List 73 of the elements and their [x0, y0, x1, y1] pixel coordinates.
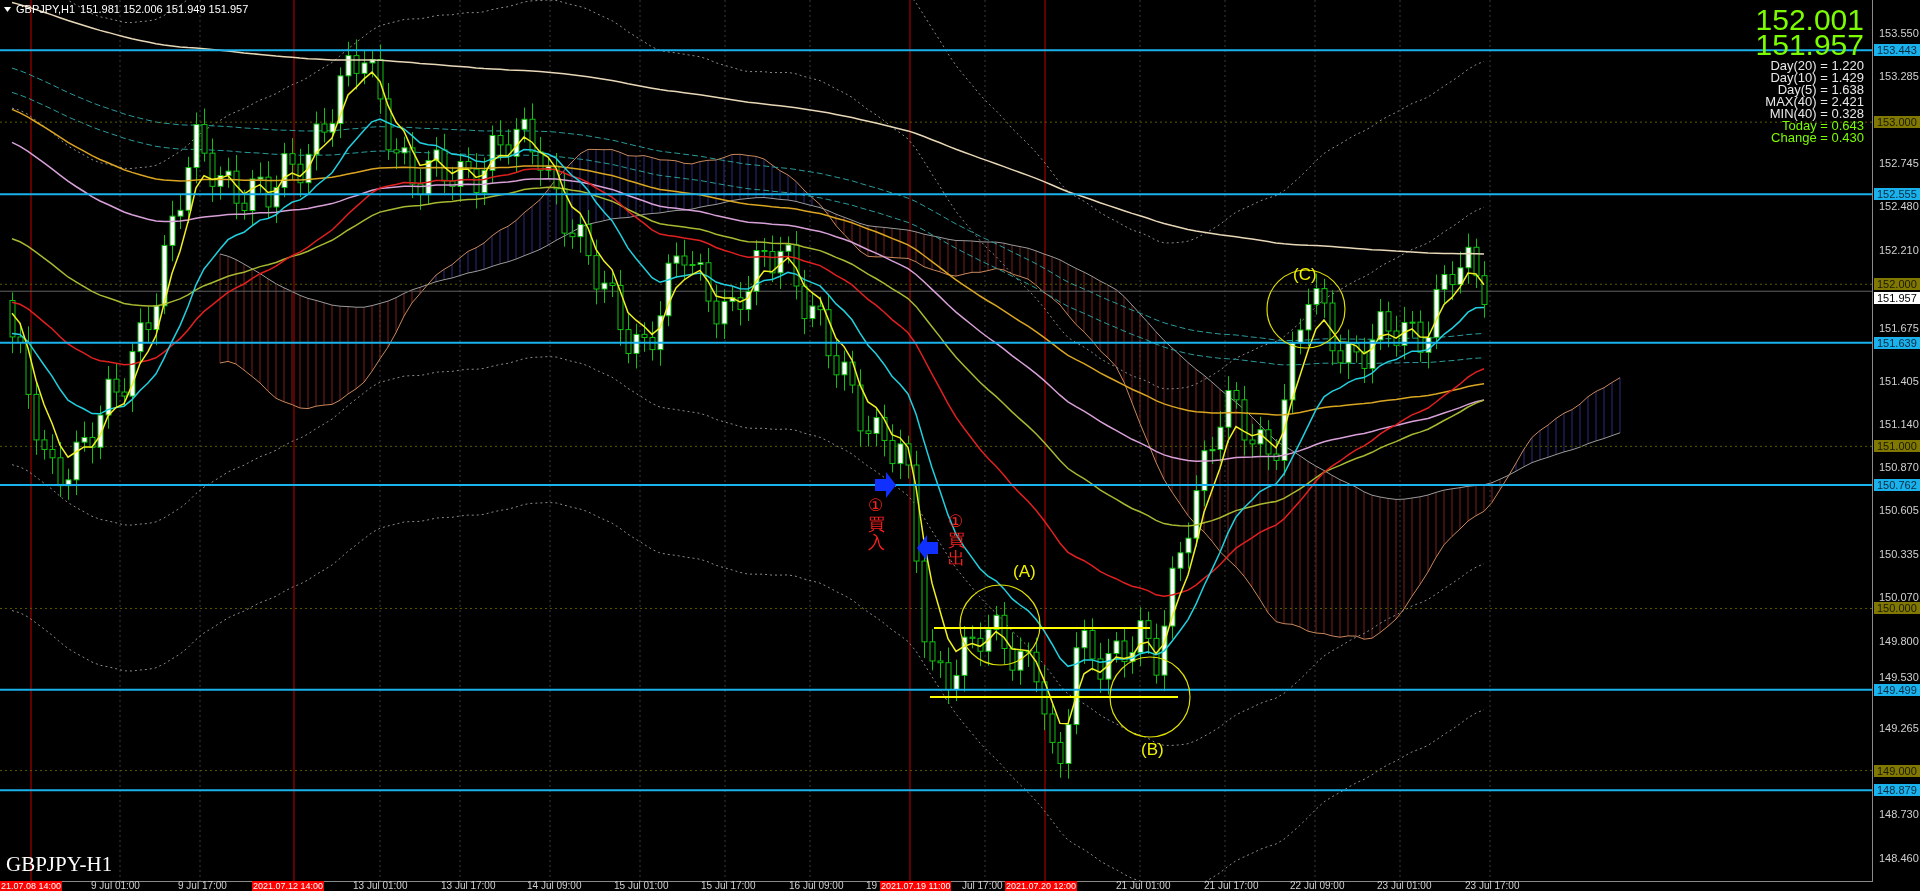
- price-level-line[interactable]: [0, 483, 1872, 486]
- time-tick-label: 9 Jul 01:00: [91, 881, 140, 891]
- time-tick-label: 19: [866, 881, 878, 891]
- price-level-line[interactable]: [0, 789, 1872, 792]
- time-tick-label: 23 Jul 01:00: [1377, 881, 1432, 891]
- time-tick-label: 15 Jul 17:00: [701, 881, 756, 891]
- time-marker-label: 2021.07.20 12:00: [1005, 881, 1078, 891]
- time-tick-label: Jul 17:00: [962, 881, 1003, 891]
- price-level-label: 148.879: [1874, 784, 1920, 797]
- price-tick-label: 151.405: [1879, 374, 1919, 387]
- symbol-label: GBPJPY-H1: [6, 852, 113, 876]
- time-marker-label: 2021.07.19 11:00: [880, 881, 952, 891]
- price-level-line[interactable]: [0, 341, 1872, 344]
- price-tick-label: 151.140: [1879, 417, 1919, 430]
- left-arrow-icon: [917, 535, 938, 561]
- price-level-label: 150.762: [1874, 478, 1920, 491]
- pattern-label: (C): [1293, 265, 1317, 285]
- price-level-label: 151.639: [1874, 336, 1920, 349]
- price-level-label: 149.000: [1874, 764, 1920, 777]
- price-level-label: 152.555: [1874, 188, 1920, 201]
- time-tick-label: 21 Jul 01:00: [1116, 881, 1171, 891]
- price-level-label: 152.000: [1874, 278, 1920, 291]
- price-tick-label: 152.210: [1879, 244, 1919, 257]
- stat-text: Day(20) = 1.220: [1770, 60, 1864, 72]
- price-tick-label: 150.070: [1879, 591, 1919, 604]
- time-tick-label: 16 Jul 09:00: [789, 881, 844, 891]
- time-tick-label: 13 Jul 01:00: [353, 881, 408, 891]
- signal-label: ①買入: [868, 496, 885, 553]
- right-arrow-icon: [875, 472, 896, 498]
- price-level-line[interactable]: [0, 193, 1872, 196]
- stat-text: Day(10) = 1.429: [1770, 72, 1864, 84]
- time-tick-label: 14 Jul 09:00: [527, 881, 582, 891]
- dropdown-triangle-icon[interactable]: [4, 6, 11, 12]
- stat-text: Today = 0.643: [1781, 120, 1864, 132]
- price-tick-label: 152.745: [1879, 157, 1919, 170]
- stat-text: MAX(40) = 2.421: [1765, 96, 1864, 108]
- time-tick-label: 21 Jul 17:00: [1204, 881, 1259, 891]
- price-level-label: 153.443: [1874, 44, 1920, 57]
- price-level-label: 149.499: [1874, 683, 1920, 696]
- highlight-circle[interactable]: [1266, 269, 1346, 349]
- price-level-label: 151.000: [1874, 440, 1920, 453]
- price-level-label: 151.957: [1874, 292, 1920, 305]
- highlight-circle[interactable]: [1109, 656, 1191, 738]
- price-level-label: 153.000: [1874, 116, 1920, 129]
- time-tick-label: 9 Jul 17:00: [178, 881, 227, 891]
- price-tick-label: 148.730: [1879, 808, 1919, 821]
- pattern-label: (B): [1141, 740, 1164, 760]
- time-marker-label: 2021.07.12 14:00: [252, 881, 325, 891]
- price-tick-label: 149.800: [1879, 634, 1919, 647]
- price-tick-label: 150.335: [1879, 548, 1919, 561]
- stat-text: Change = 0.430: [1771, 132, 1864, 144]
- stat-text: Day(5) = 1.638: [1777, 84, 1864, 96]
- time-tick-label: 15 Jul 01:00: [614, 881, 669, 891]
- price-tick-label: 152.480: [1879, 200, 1919, 213]
- price-tick-label: 150.870: [1879, 461, 1919, 474]
- price-level-label: 150.000: [1874, 602, 1920, 615]
- price-tick-label: 153.550: [1879, 27, 1919, 39]
- price-tick-label: 153.285: [1879, 69, 1919, 82]
- ask-price: 152.001: [1755, 8, 1864, 32]
- price-tick-label: 149.265: [1879, 721, 1919, 734]
- stat-text: MIN(40) = 0.328: [1769, 108, 1864, 120]
- highlight-circle[interactable]: [959, 584, 1041, 666]
- price-tick-label: 151.675: [1879, 321, 1919, 334]
- ohlc-values: 151.981 152.006 151.949 151.957: [80, 2, 249, 16]
- price-level-line[interactable]: [0, 688, 1872, 691]
- price-tick-label: 148.460: [1879, 852, 1919, 865]
- time-tick-label: 13 Jul 17:00: [441, 881, 496, 891]
- pattern-label: (A): [1013, 562, 1036, 582]
- time-tick-label: 22 Jul 09:00: [1290, 881, 1345, 891]
- price-tick-label: 150.605: [1879, 504, 1919, 517]
- time-marker-label: 21.07.08 14:00: [0, 881, 63, 891]
- price-tick-label: 149.530: [1879, 670, 1919, 683]
- time-tick-label: 23 Jul 17:00: [1465, 881, 1520, 891]
